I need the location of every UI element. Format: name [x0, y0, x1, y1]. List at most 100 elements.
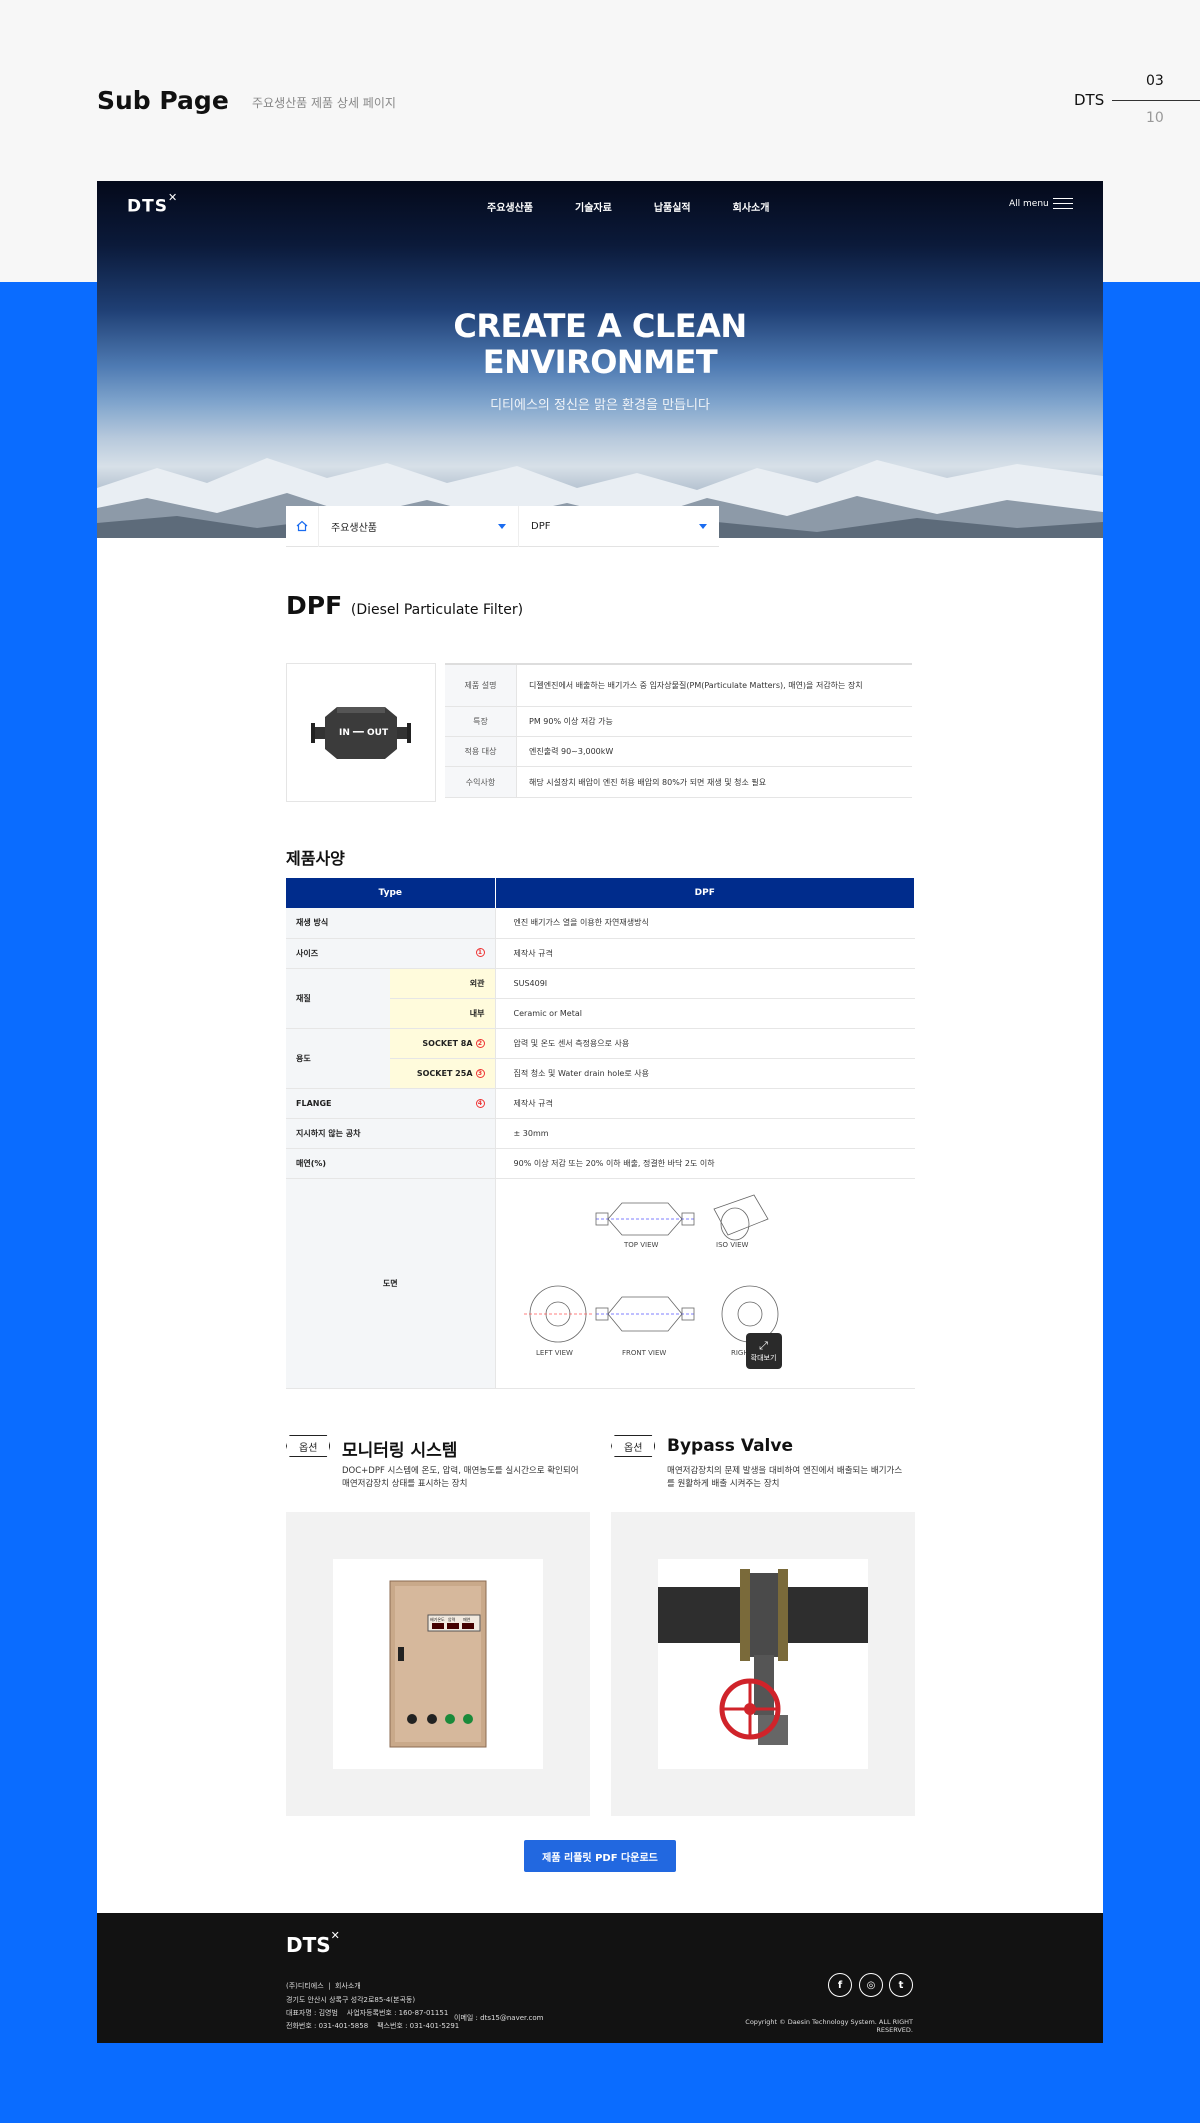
table-row: 사이즈 1 제작사 규격: [286, 938, 915, 969]
top-view-label: TOP VIEW: [623, 1241, 659, 1249]
spec-value: 제작사 규격: [494, 1088, 915, 1119]
table-row: 용도 SOCKET 8A 2 압력 및 온도 센서 측정용으로 사용: [286, 1028, 915, 1089]
breadcrumb-select-product[interactable]: DPF: [519, 506, 719, 547]
spec-value: 90% 이상 저감 또는 20% 이하 배출, 정결한 바닥 2도 이하: [494, 1148, 915, 1179]
footer-address: 경기도 안산시 상록구 성각2로85-4(본곡동): [286, 1996, 416, 2004]
in-out-label: IN ━━ OUT: [339, 728, 389, 738]
spec-key: 사이즈 1: [286, 938, 496, 969]
site-logo[interactable]: DTS✕: [127, 191, 178, 217]
spec-value: Ceramic or Metal: [494, 998, 915, 1029]
option-image-monitoring: 배기온도 압력 매연: [286, 1512, 590, 1816]
spec-col-dpf: DPF: [495, 878, 916, 908]
product-image: IN ━━ OUT: [286, 663, 436, 802]
main-nav: 주요생산품 기술자료 납품실적 회사소개: [487, 199, 769, 214]
spec-subkey: 내부: [390, 998, 496, 1029]
hero-subtitle: 디티에스의 정신은 맑은 환경을 만듭니다: [490, 398, 710, 413]
download-pdf-button[interactable]: 제품 리플릿 PDF 다운로드: [524, 1840, 676, 1872]
info-key: 제품 설명: [445, 665, 517, 706]
hero-title-line2: ENVIRONMET: [482, 343, 718, 381]
instagram-icon[interactable]: ◎: [859, 1973, 883, 1997]
info-key: 수익사항: [445, 767, 517, 797]
option-badge: 옵션: [611, 1435, 656, 1457]
nav-item-tech[interactable]: 기술자료: [575, 199, 612, 214]
panel-label: 압력: [448, 1616, 456, 1622]
iso-view-label: ISO VIEW: [716, 1241, 749, 1249]
spec-value: 엔진 배기가스 열을 이용한 자연재생방식: [494, 908, 915, 939]
spec-section-title: 제품사양: [286, 849, 345, 868]
all-menu-label[interactable]: All menu: [1009, 199, 1049, 209]
footer-link-company[interactable]: (주)디티에스: [286, 1982, 324, 1990]
spec-key: 재생 방식: [286, 908, 496, 939]
presentation-subtitle: 주요생산품 제품 상세 페이지: [252, 96, 396, 110]
spec-key: 지시하지 않는 공차: [286, 1118, 496, 1149]
panel-label: 매연: [463, 1616, 471, 1622]
spec-header-row: Type DPF: [286, 878, 916, 908]
front-view-label: FRONT VIEW: [622, 1349, 666, 1357]
nav-item-products[interactable]: 주요생산품: [487, 199, 533, 214]
info-value: 엔진출력 90~3,000kW: [529, 747, 614, 756]
breadcrumb-category-label: 주요생산품: [331, 522, 377, 534]
footer-ceo-bizno: 대표자명 : 김영범 사업자등록번호 : 160-87-01151: [286, 2009, 449, 2017]
footer-links: (주)디티에스 | 회사소개: [286, 1982, 361, 1990]
twitter-icon[interactable]: t: [889, 1973, 913, 1997]
note-badge: 2: [475, 1038, 485, 1048]
option-title-monitoring: 모니터링 시스템: [342, 1441, 458, 1461]
footer-tel-fax: 전화번호 : 031-401-5858 팩스번호 : 031-401-5291: [286, 2022, 460, 2030]
page-total: 10: [1146, 110, 1164, 126]
footer-logo[interactable]: DTS✕: [286, 1929, 340, 1957]
option-image-bypass: [611, 1512, 915, 1816]
facebook-icon[interactable]: f: [828, 1973, 852, 1997]
chevron-down-icon: [498, 523, 506, 529]
panel-label: 배기온도: [430, 1616, 445, 1622]
spec-table: Type DPF 재생 방식 엔진 배기가스 열을 이용한 자연재생방식 사이즈…: [286, 878, 916, 1389]
spec-subkey: SOCKET 25A 3: [390, 1058, 496, 1089]
left-view-label: LEFT VIEW: [536, 1349, 573, 1357]
hero-title-line1: CREATE A CLEAN: [453, 307, 747, 345]
option-desc-bypass: 매연저감장치의 문제 발생을 대비하여 엔진에서 배출되는 배기가스를 원활하게…: [667, 1466, 903, 1489]
zoom-button[interactable]: ⤢ 확대보기: [745, 1332, 782, 1369]
info-value: PM 90% 이상 저감 가능: [529, 717, 613, 726]
spec-value: ± 30mm: [494, 1118, 915, 1149]
page-divider: [1112, 100, 1200, 101]
control-panel-image: 배기온도 압력 매연: [389, 1580, 487, 1748]
spec-key: FLANGE 4: [286, 1088, 496, 1119]
info-row: 제품 설명 디젤엔진에서 배출하는 배기가스 중 입자상물질(PM(Partic…: [445, 665, 912, 707]
note-badge: 1: [475, 947, 485, 957]
info-row: 수익사항 해당 시설장치 배압이 엔진 허용 배압의 80%가 되면 재생 및 …: [445, 767, 912, 798]
spec-key: 용도: [286, 1028, 390, 1089]
table-row: 재생 방식 엔진 배기가스 열을 이용한 자연재생방식: [286, 908, 915, 939]
table-row: 지시하지 않는 공차 ± 30mm: [286, 1118, 915, 1149]
table-row: 매연(%) 90% 이상 저감 또는 20% 이하 배출, 정결한 바닥 2도 …: [286, 1148, 915, 1179]
breadcrumb-select-category[interactable]: 주요생산품: [319, 505, 519, 547]
info-value: 디젤엔진에서 배출하는 배기가스 중 입자상물질(PM(Particulate …: [529, 681, 863, 690]
spec-key: 재질: [286, 968, 390, 1029]
website-frame: DTS✕ 주요생산품 기술자료 납품실적 회사소개 All menu CREAT…: [97, 181, 1103, 2043]
spec-subkey: SOCKET 8A 2: [390, 1028, 496, 1059]
info-row: 적용 대상 엔진출력 90~3,000kW: [445, 737, 912, 767]
home-icon[interactable]: [286, 505, 319, 547]
note-badge: 4: [475, 1098, 485, 1108]
table-row: FLANGE 4 제작사 규격: [286, 1088, 915, 1119]
expand-icon: ⤢: [759, 1338, 768, 1352]
nav-item-records[interactable]: 납품실적: [654, 199, 691, 214]
breadcrumb-product-label: DPF: [531, 520, 551, 532]
footer-email: 이메일 : dts15@naver.com: [454, 2014, 544, 2022]
spec-key: 매연(%): [286, 1148, 496, 1179]
presentation-title: Sub Page: [97, 86, 229, 115]
hamburger-icon[interactable]: [1053, 198, 1073, 210]
footer-link-about[interactable]: 회사소개: [335, 1982, 361, 1990]
drawing-cell: TOP VIEW ISO VIEW LEFT VIEW FRONT VIEW R…: [494, 1178, 915, 1389]
nav-item-company[interactable]: 회사소개: [733, 199, 770, 214]
spec-col-type: Type: [286, 878, 496, 908]
presentation-brand: DTS: [1074, 91, 1105, 109]
footer-copyright: Copyright © Daesin Technology System. AL…: [745, 2018, 913, 2034]
spec-value: SUS409I: [494, 968, 915, 999]
product-title: DPF (Diesel Particulate Filter): [286, 591, 524, 620]
table-row: 재질 외관 SUS409I: [286, 968, 915, 1029]
bypass-valve-image: [658, 1569, 868, 1745]
info-row: 특장 PM 90% 이상 저감 가능: [445, 707, 912, 737]
page-current: 03: [1146, 73, 1164, 89]
hero-banner: DTS✕ 주요생산품 기술자료 납품실적 회사소개 All menu CREAT…: [97, 181, 1103, 538]
spec-value: 집적 청소 및 Water drain hole로 사용: [494, 1058, 915, 1089]
zoom-label: 확대보기: [750, 1353, 777, 1362]
